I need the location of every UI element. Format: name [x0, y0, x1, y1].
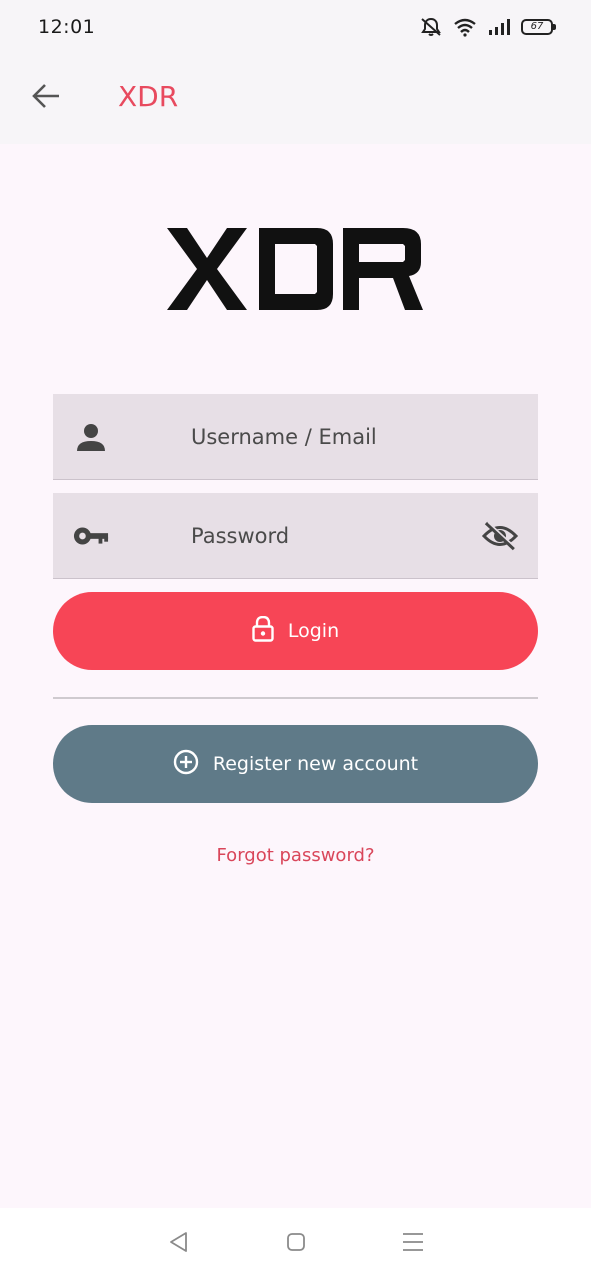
login-button[interactable]: Login	[53, 592, 538, 670]
divider	[53, 697, 538, 699]
battery-icon: 67	[521, 19, 556, 35]
signal-icon	[487, 17, 511, 37]
back-triangle-icon	[168, 1231, 190, 1257]
mute-icon	[419, 17, 443, 37]
register-label: Register new account	[212, 753, 419, 775]
lock-icon	[252, 615, 274, 647]
status-time: 12:01	[38, 16, 96, 38]
register-button[interactable]: Register new account	[53, 725, 538, 803]
nav-menu-button[interactable]	[393, 1224, 433, 1264]
nav-home-button[interactable]	[276, 1224, 316, 1264]
password-input[interactable]	[191, 493, 511, 579]
person-icon	[73, 420, 109, 454]
forgot-password-link[interactable]: Forgot password?	[0, 845, 591, 866]
menu-icon	[401, 1231, 425, 1257]
nav-back-button[interactable]	[159, 1224, 199, 1264]
username-input[interactable]	[191, 394, 511, 480]
wifi-icon	[453, 17, 477, 37]
home-square-icon	[285, 1231, 307, 1257]
login-label: Login	[287, 620, 340, 642]
username-field[interactable]	[53, 394, 538, 480]
system-nav-bar	[0, 1208, 591, 1280]
app-bar: XDR	[0, 54, 591, 144]
key-icon	[73, 519, 109, 553]
app-title: XDR	[118, 80, 179, 113]
back-button[interactable]	[24, 76, 68, 120]
status-bar: 12:01 67	[0, 0, 591, 54]
xdr-logo	[167, 228, 423, 310]
password-field[interactable]	[53, 493, 538, 579]
status-icons: 67	[419, 17, 556, 37]
plus-circle-icon	[173, 749, 199, 780]
arrow-left-icon	[31, 82, 61, 114]
eye-off-icon[interactable]	[480, 517, 520, 555]
